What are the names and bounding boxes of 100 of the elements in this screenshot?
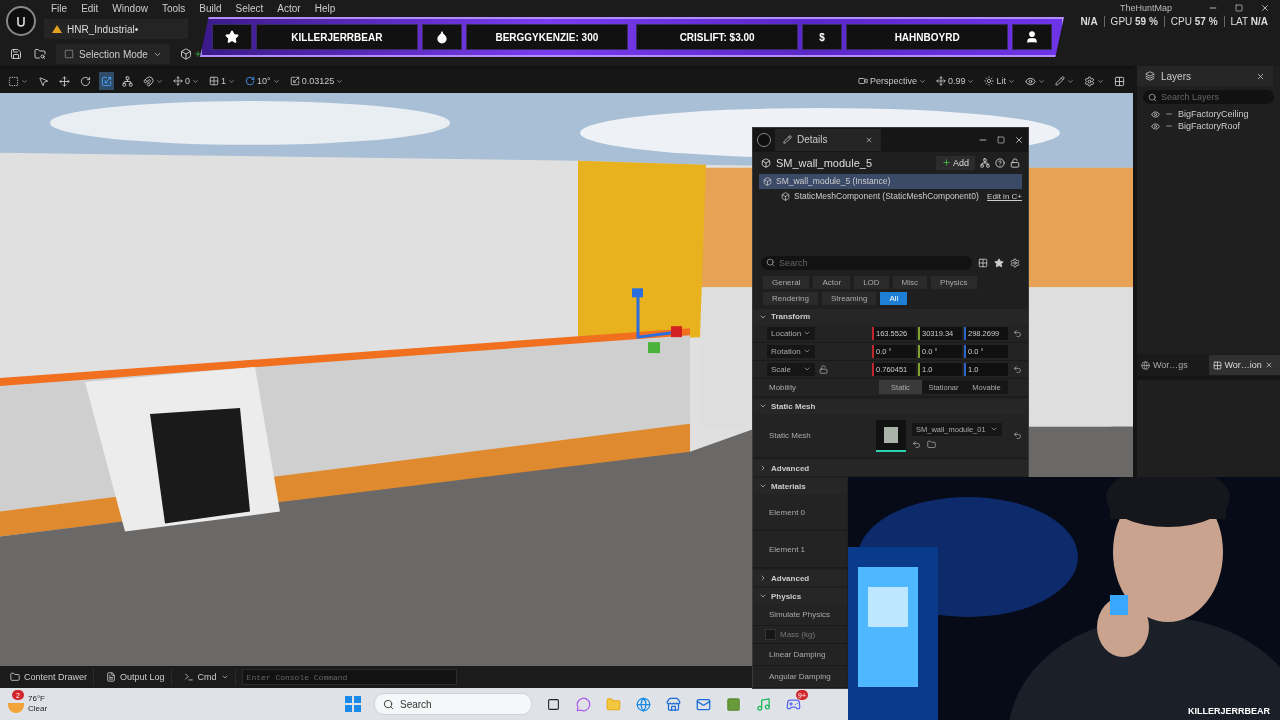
level-icon xyxy=(52,25,62,33)
caret-icon xyxy=(220,673,229,681)
mail-icon xyxy=(695,696,711,712)
camera-speed-button[interactable]: 0.99 xyxy=(933,72,977,90)
move-arrows-icon xyxy=(173,76,183,86)
move-arrows-icon xyxy=(59,75,70,87)
cube-icon xyxy=(179,48,192,60)
caret-icon xyxy=(156,77,163,85)
rotate-icon xyxy=(245,76,256,86)
engine-logo xyxy=(6,6,36,36)
search-icon xyxy=(383,698,394,710)
save-icon xyxy=(10,48,22,60)
pointer-icon xyxy=(38,75,49,87)
layers-tab[interactable]: Layers xyxy=(1137,66,1273,86)
layer-name: BigFactoryCeiling xyxy=(1178,109,1249,119)
log-icon xyxy=(106,672,117,682)
stat-reading: CPU 57 % xyxy=(1163,16,1224,27)
music-icon xyxy=(755,696,771,712)
layer-name: BigFactoryRoof xyxy=(1178,121,1241,131)
panel-tab[interactable]: Wor…ion xyxy=(1208,355,1280,375)
grid-icon xyxy=(209,76,219,86)
chat-bubble-icon xyxy=(575,696,591,712)
grid-icon xyxy=(1212,360,1222,370)
network-icon xyxy=(122,75,133,87)
close-icon xyxy=(1256,71,1265,81)
view-mode-dropdown[interactable]: Lit xyxy=(982,72,1017,90)
eye-icon[interactable] xyxy=(1151,121,1160,131)
camera-icon xyxy=(857,76,868,86)
globe-icon xyxy=(1141,360,1150,370)
content-drawer-button[interactable]: Content Drawer xyxy=(4,668,95,686)
caret-icon xyxy=(1067,77,1074,85)
mode-dropdown[interactable]: Selection Mode xyxy=(56,44,170,64)
translate-snap-button[interactable]: 0 xyxy=(171,72,201,90)
plus-icon xyxy=(193,50,202,58)
caret-icon xyxy=(1097,77,1104,85)
star-icon xyxy=(224,30,239,44)
menu-item[interactable]: Window xyxy=(105,1,155,15)
project-tab[interactable]: HNR_Industrial• xyxy=(44,19,188,39)
map-title: TheHuntMap xyxy=(1119,3,1172,13)
output-log-button[interactable]: Output Log xyxy=(100,668,172,686)
caret-icon xyxy=(192,77,199,85)
folder-icon xyxy=(10,672,20,682)
menu-item[interactable]: Edit xyxy=(74,1,106,15)
weather-icon xyxy=(8,703,24,713)
search-icon xyxy=(1148,92,1157,102)
alert-name: HAHNBOYRD xyxy=(846,24,1009,50)
weather-condition: Clear xyxy=(28,704,48,714)
magnet-icon xyxy=(143,75,154,87)
scale-snap-button[interactable]: 0.03125 xyxy=(287,72,346,90)
caret-icon xyxy=(1038,77,1045,85)
stat-reading: GPU 59 % xyxy=(1103,16,1164,27)
menu-item[interactable]: Select xyxy=(228,1,271,15)
caret-icon xyxy=(967,77,975,85)
alert-glyph: $ xyxy=(802,24,842,50)
layer-row[interactable]: BigFactoryCeiling xyxy=(1137,108,1280,120)
user-icon xyxy=(1025,30,1040,44)
menu-item[interactable]: File xyxy=(44,1,75,15)
stat-reading: LAT N/A xyxy=(1223,16,1274,27)
scale-icon xyxy=(289,76,300,86)
gamepad-icon xyxy=(785,696,801,712)
caret-icon xyxy=(336,77,344,85)
rotate-icon xyxy=(80,75,91,87)
stat-reading: N/A xyxy=(1079,16,1099,27)
close-icon xyxy=(1264,361,1273,369)
streamer-name: KILLERJERRBEAR xyxy=(1188,706,1270,716)
cmd-dropdown[interactable]: Cmd xyxy=(177,668,236,686)
rotate-snap-button[interactable]: 10° xyxy=(243,72,282,90)
grid-icon xyxy=(1114,75,1125,87)
menu-item[interactable]: Tools xyxy=(154,1,193,15)
property-label: Angular Damping xyxy=(769,672,831,681)
folder-search-icon xyxy=(34,48,46,60)
scale-tool-button[interactable] xyxy=(99,72,114,90)
menu-item[interactable]: Actor xyxy=(270,1,308,15)
move-arrows-icon xyxy=(935,76,946,86)
layer-row[interactable]: BigFactoryRoof xyxy=(1137,120,1280,132)
alert-name: BERGGYKENZIE: 300 xyxy=(465,24,628,50)
caret-icon xyxy=(1008,77,1015,85)
menu-item[interactable]: Help xyxy=(307,1,343,15)
eye-icon[interactable] xyxy=(1151,109,1160,119)
pencil-icon xyxy=(1055,76,1065,86)
store-icon xyxy=(665,696,681,712)
terminal-icon xyxy=(183,672,194,682)
selection-icon xyxy=(8,75,19,87)
windows-icon xyxy=(345,696,361,712)
block-icon xyxy=(725,696,741,712)
drop-icon xyxy=(434,30,449,44)
sun-icon xyxy=(984,76,995,86)
caret-icon xyxy=(21,77,28,85)
close-icon xyxy=(1260,3,1270,13)
perspective-dropdown[interactable]: Perspective xyxy=(855,72,928,90)
temperature: 76°F xyxy=(28,694,46,704)
menu-item[interactable]: Build xyxy=(192,1,229,15)
alert-name: KILLERJERRBEAR xyxy=(255,24,418,50)
grid-snap-button[interactable]: 1 xyxy=(207,72,238,90)
globe-icon xyxy=(635,696,651,712)
restore-icon xyxy=(1235,4,1243,12)
taskbar-search[interactable]: Search xyxy=(374,693,532,715)
scale-icon xyxy=(101,75,112,87)
alert-name: CRISLIFT: $3.00 xyxy=(636,24,799,50)
selection-icon xyxy=(64,49,74,59)
